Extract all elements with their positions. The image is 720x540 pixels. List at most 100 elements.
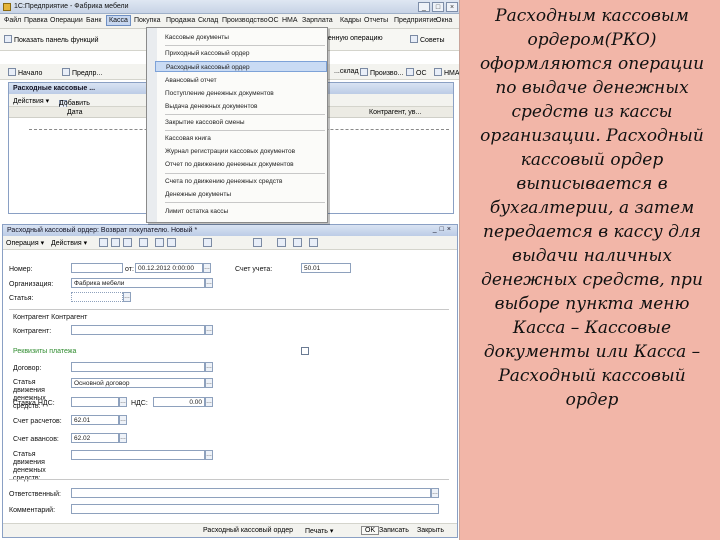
schet-rasch-select-button[interactable]: …	[119, 415, 127, 425]
contract-select-button[interactable]: …	[205, 362, 213, 372]
new-icon[interactable]	[99, 238, 108, 247]
article-select-button[interactable]: …	[123, 292, 131, 302]
date-field[interactable]: 00.12.2012 0:00:00	[135, 263, 203, 273]
show-panel-label: Показать панель функций	[14, 37, 99, 44]
responsible-field[interactable]	[71, 488, 431, 498]
menu-nma[interactable]: НМА	[282, 17, 298, 24]
menu-item-avans-report[interactable]: Авансовый отчет	[155, 75, 327, 86]
delete-icon[interactable]	[139, 238, 148, 247]
menu-item-money-docs[interactable]: Денежные документы	[155, 189, 327, 200]
menu-item-accounts[interactable]: Счета по движению денежных средств	[155, 176, 327, 187]
responsible-select-button[interactable]: …	[431, 488, 439, 498]
menu-warehouse[interactable]: Склад	[198, 17, 218, 24]
operation-button[interactable]: ...енную операцию	[322, 35, 383, 42]
flow-article2-field[interactable]	[71, 450, 205, 460]
menu-item-kassovaya-kniga[interactable]: Кассовая книга	[155, 133, 327, 144]
operation-menu-button[interactable]: Операция ▾	[6, 239, 44, 247]
schet-rasch-field[interactable]: 62.01	[71, 415, 119, 425]
menu-production[interactable]: Производство	[222, 17, 268, 24]
menu-file[interactable]: Файл	[4, 17, 21, 24]
number-field[interactable]	[71, 263, 123, 273]
menu-item-limit[interactable]: Лимит остатка кассы	[155, 206, 327, 217]
section-os[interactable]: ОС	[406, 68, 427, 77]
organization-field[interactable]: Фабрика мебели	[71, 278, 205, 288]
menu-sale[interactable]: Продажа	[166, 17, 195, 24]
flow-article-select-button[interactable]: …	[205, 378, 213, 388]
save-button[interactable]: Записать	[379, 527, 409, 534]
menu-hr[interactable]: Кадры	[340, 17, 361, 24]
col-date[interactable]: Дата	[67, 109, 83, 116]
comment-field[interactable]	[71, 504, 439, 514]
section-os-label: ОС	[416, 70, 427, 77]
menu-edit[interactable]: Правка	[24, 17, 48, 24]
tips-label: Советы	[420, 37, 445, 44]
post-icon[interactable]	[167, 238, 176, 247]
calendar-button[interactable]: …	[203, 263, 211, 273]
section-start[interactable]: Начало	[8, 68, 42, 77]
section-divider	[9, 309, 449, 310]
menu-item-vydacha[interactable]: Выдача денежных документов	[155, 101, 327, 112]
menu-enterprise[interactable]: Предприятие	[394, 17, 437, 24]
organization-select-button[interactable]: …	[205, 278, 213, 288]
menu-os[interactable]: ОС	[268, 17, 279, 24]
kontragent-field[interactable]	[71, 325, 205, 335]
contract-field[interactable]	[71, 362, 205, 372]
section-nma[interactable]: НМА	[434, 68, 459, 77]
print-icon[interactable]	[277, 238, 286, 247]
dt-kt-icon[interactable]	[203, 238, 212, 247]
enterprise-icon	[62, 68, 70, 76]
menu-item-close-shift[interactable]: Закрытие кассовой смены	[155, 117, 327, 128]
close-button[interactable]: ×	[446, 2, 458, 12]
schet-field[interactable]: 50.01	[301, 263, 351, 273]
nma-icon	[434, 68, 442, 76]
edit-icon[interactable]	[123, 238, 132, 247]
vat-calc-button[interactable]: …	[205, 397, 213, 407]
menu-item-pko[interactable]: Приходный кассовый ордер	[155, 48, 327, 59]
menu-operations[interactable]: Операции	[50, 17, 83, 24]
document-window-controls[interactable]: _□×	[433, 226, 454, 233]
menu-windows[interactable]: Окна	[436, 17, 452, 24]
article-field[interactable]	[71, 292, 123, 302]
structure-icon[interactable]	[253, 238, 262, 247]
vat-rate-field[interactable]	[71, 397, 119, 407]
minimize-button[interactable]: _	[418, 2, 430, 12]
menu-item-rko[interactable]: Расходный кассовый ордер	[155, 61, 327, 72]
copy-icon[interactable]	[111, 238, 120, 247]
col-kontragent[interactable]: Контрагент, ув...	[369, 109, 421, 116]
show-panel-button[interactable]: Показать панель функций	[4, 35, 99, 44]
print-form-link[interactable]: Расходный кассовый ордер	[203, 527, 293, 534]
document-toolbar: Операция ▾ Действия ▾	[3, 236, 457, 250]
print-button[interactable]: Печать ▾	[305, 527, 333, 535]
section-production[interactable]: Произво...	[360, 68, 403, 77]
menu-reports[interactable]: Отчеты	[364, 17, 388, 24]
menu-salary[interactable]: Зарплата	[302, 17, 333, 24]
list-icon[interactable]	[293, 238, 302, 247]
kontragent-select-button[interactable]: …	[205, 325, 213, 335]
article-label: Статья:	[9, 295, 34, 302]
tips-button[interactable]: Советы	[410, 35, 445, 44]
save-icon[interactable]	[155, 238, 164, 247]
section-sklad[interactable]: ...склад	[334, 68, 359, 75]
maximize-button[interactable]: □	[432, 2, 444, 12]
flow-article2-select-button[interactable]: …	[205, 450, 213, 460]
schet-avans-select-button[interactable]: …	[119, 433, 127, 443]
actions-menu-button[interactable]: Действия ▾	[51, 239, 87, 247]
menu-bank[interactable]: Банк	[86, 17, 101, 24]
menu-kassa[interactable]: Касса	[106, 15, 131, 26]
vat-rate-select-button[interactable]: …	[119, 397, 127, 407]
schet-avans-field[interactable]: 62.02	[71, 433, 119, 443]
kontragent-label: Контрагент:	[13, 328, 52, 335]
menu-item-postuplenie[interactable]: Поступление денежных документов	[155, 88, 327, 99]
list-actions-button[interactable]: Действия ▾	[13, 97, 49, 105]
close-doc-button[interactable]: Закрыть	[417, 527, 444, 534]
menu-item-kassovye-dokumenty[interactable]: Кассовые документы	[155, 32, 327, 43]
menu-item-report[interactable]: Отчет по движению денежных документов	[155, 159, 327, 170]
flow-article-field[interactable]: Основной договор	[71, 378, 205, 388]
menu-purchase[interactable]: Покупка	[134, 17, 160, 24]
ok-button[interactable]: OK	[361, 526, 380, 535]
checkbox[interactable]	[301, 347, 309, 355]
menu-item-journal[interactable]: Журнал регистрации кассовых документов	[155, 146, 327, 157]
help-icon[interactable]	[309, 238, 318, 247]
section-enterprise[interactable]: Предпр...	[62, 68, 102, 77]
vat-amount-field[interactable]: 0.00	[153, 397, 205, 407]
